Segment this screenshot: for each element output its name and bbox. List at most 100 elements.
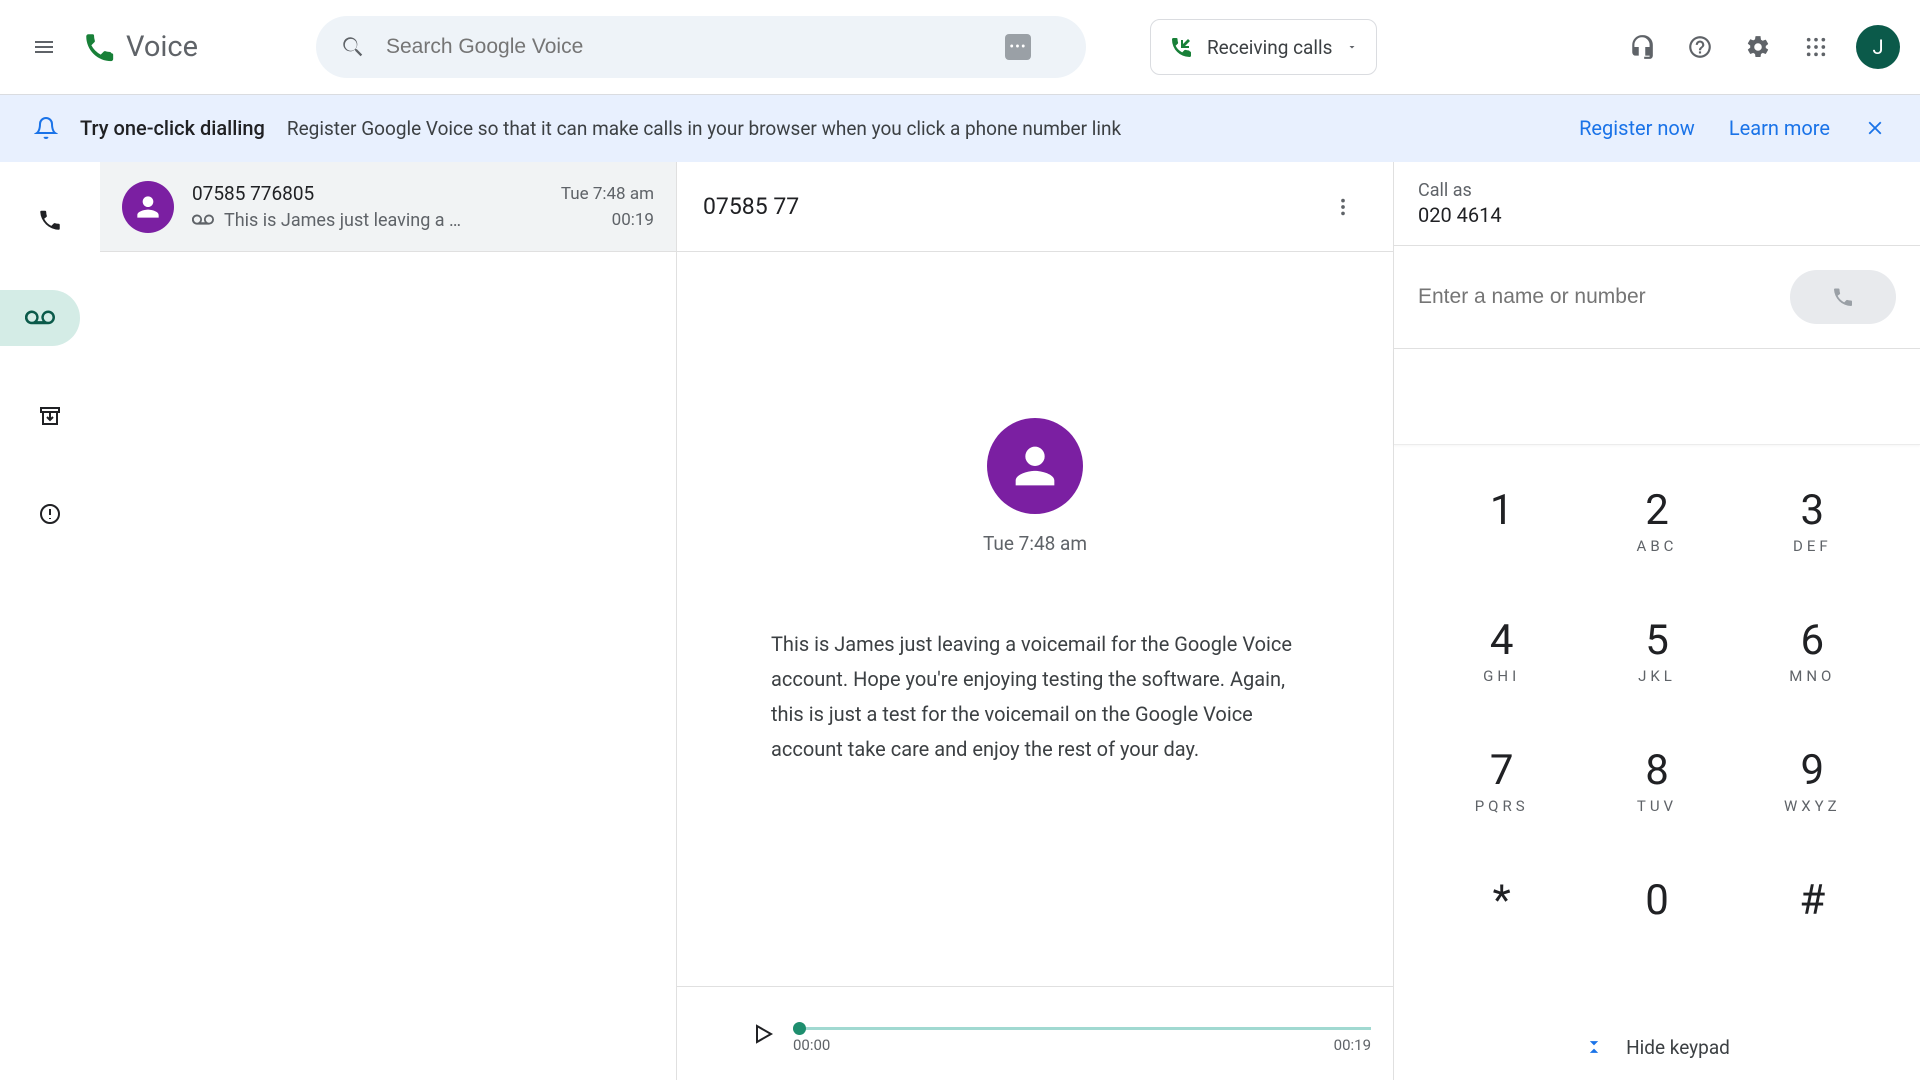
detail-avatar (987, 418, 1083, 514)
key-letters: PQRS (1475, 797, 1529, 815)
key-digit: 6 (1801, 616, 1825, 665)
voicemail-detail: 07585 77 Tue 7:48 am This is James just … (676, 162, 1394, 1080)
logo[interactable]: Voice (82, 30, 198, 64)
keypad-key-7[interactable]: 7 PQRS (1424, 715, 1579, 845)
register-now-link[interactable]: Register now (1579, 116, 1695, 140)
keypad-key-4[interactable]: 4 GHI (1424, 585, 1579, 715)
call-as-label: Call as (1418, 180, 1896, 201)
key-letters: GHI (1483, 667, 1520, 685)
key-digit: 7 (1490, 746, 1514, 795)
search-box[interactable]: ••• (316, 16, 1086, 78)
key-letters: MNO (1789, 667, 1835, 685)
key-digit: # (1799, 876, 1825, 925)
keypad-key-3[interactable]: 3 DEF (1735, 455, 1890, 585)
apps-button[interactable] (1792, 23, 1840, 71)
keyboard-icon[interactable]: ••• (1005, 34, 1031, 60)
player-current-time: 00:00 (793, 1036, 830, 1054)
voicemail-list-item[interactable]: 07585 776805 This is James just leaving … (100, 162, 676, 252)
key-digit: 3 (1801, 486, 1825, 535)
keypad-key-8[interactable]: 8 TUV (1579, 715, 1734, 845)
hide-keypad-button[interactable]: Hide keypad (1394, 1014, 1920, 1080)
close-icon[interactable] (1864, 117, 1886, 139)
headset-icon (1629, 34, 1655, 60)
person-icon (1006, 437, 1064, 495)
header-actions: J (1618, 23, 1900, 71)
main-menu-button[interactable] (20, 23, 68, 71)
help-button[interactable] (1676, 23, 1724, 71)
keypad-key-1[interactable]: 1 (1424, 455, 1579, 585)
list-item-number: 07585 776805 (192, 182, 561, 205)
key-letters: ABC (1637, 537, 1678, 555)
account-avatar[interactable]: J (1856, 25, 1900, 69)
key-digit: 0 (1645, 876, 1669, 925)
transcript-text: This is James just leaving a voicemail f… (771, 627, 1299, 767)
call-as-number: 020 4614 (1418, 203, 1896, 227)
list-item-preview: This is James just leaving a … (224, 210, 461, 231)
progress-bar[interactable]: 00:00 00:19 (793, 1013, 1371, 1054)
nav-calls[interactable] (22, 192, 78, 248)
list-item-duration: 00:19 (561, 210, 654, 230)
call-as-section[interactable]: Call as 020 4614 (1394, 162, 1920, 246)
more-vert-icon (1332, 196, 1354, 218)
nav-spam[interactable] (22, 486, 78, 542)
key-letters: WXYZ (1784, 797, 1841, 815)
voicemail-list: 07585 776805 This is James just leaving … (100, 162, 676, 1080)
search-input[interactable] (386, 35, 1005, 59)
help-icon (1687, 34, 1713, 60)
key-digit: * (1493, 876, 1511, 925)
player-total-time: 00:19 (1334, 1036, 1371, 1054)
make-call-button[interactable] (1790, 270, 1896, 324)
hide-keypad-label: Hide keypad (1626, 1036, 1730, 1059)
audio-player: 00:00 00:19 (677, 986, 1393, 1080)
play-icon[interactable] (751, 1022, 775, 1046)
promo-banner: Try one-click dialling Register Google V… (0, 94, 1920, 162)
key-letters: DEF (1793, 537, 1832, 555)
phone-icon (37, 207, 63, 233)
spam-icon (38, 502, 62, 526)
dropdown-caret-icon (1346, 41, 1358, 53)
keypad-key-0[interactable]: 0 (1579, 845, 1734, 975)
hamburger-icon (32, 35, 56, 59)
app-name: Voice (126, 30, 198, 64)
avatar-initial: J (1872, 35, 1883, 59)
dial-input[interactable] (1418, 285, 1772, 309)
search-icon (340, 34, 366, 60)
keypad-key-6[interactable]: 6 MNO (1735, 585, 1890, 715)
banner-title: Try one-click dialling (80, 116, 265, 140)
key-digit: 9 (1801, 746, 1825, 795)
keypad-key-#[interactable]: # (1735, 845, 1890, 975)
key-digit: 2 (1645, 486, 1669, 535)
voice-logo-icon (82, 30, 116, 64)
voicemail-icon (25, 303, 55, 333)
learn-more-link[interactable]: Learn more (1729, 116, 1830, 140)
dialer-spacer (1394, 349, 1920, 445)
key-letters: JKL (1638, 667, 1676, 685)
settings-button[interactable] (1734, 23, 1782, 71)
collapse-icon (1584, 1037, 1604, 1057)
banner-description: Register Google Voice so that it can mak… (287, 117, 1121, 140)
more-options-button[interactable] (1319, 183, 1367, 231)
side-nav (0, 162, 100, 1080)
keypad-key-5[interactable]: 5 JKL (1579, 585, 1734, 715)
keypad: 1 2 ABC 3 DEF 4 GHI 5 JKL 6 MNO 7 PQRS 8 TUV 9 WXYZ * 0 # (1394, 445, 1920, 1014)
phone-icon (1831, 285, 1855, 309)
nav-voicemail[interactable] (0, 290, 80, 346)
nav-archive[interactable] (22, 388, 78, 444)
incoming-call-icon (1169, 35, 1193, 59)
keypad-key-9[interactable]: 9 WXYZ (1735, 715, 1890, 845)
contact-avatar (122, 181, 174, 233)
gear-icon (1745, 34, 1771, 60)
key-digit: 4 (1490, 616, 1514, 665)
key-digit: 1 (1490, 486, 1514, 535)
receiving-calls-dropdown[interactable]: Receiving calls (1150, 19, 1377, 75)
header: Voice ••• Receiving calls J (0, 0, 1920, 94)
support-button[interactable] (1618, 23, 1666, 71)
keypad-key-*[interactable]: * (1424, 845, 1579, 975)
key-digit: 5 (1645, 616, 1669, 665)
key-digit: 8 (1645, 746, 1669, 795)
archive-icon (38, 404, 62, 428)
keypad-key-2[interactable]: 2 ABC (1579, 455, 1734, 585)
apps-grid-icon (1805, 36, 1827, 58)
detail-timestamp: Tue 7:48 am (983, 532, 1087, 555)
key-letters: TUV (1637, 797, 1677, 815)
